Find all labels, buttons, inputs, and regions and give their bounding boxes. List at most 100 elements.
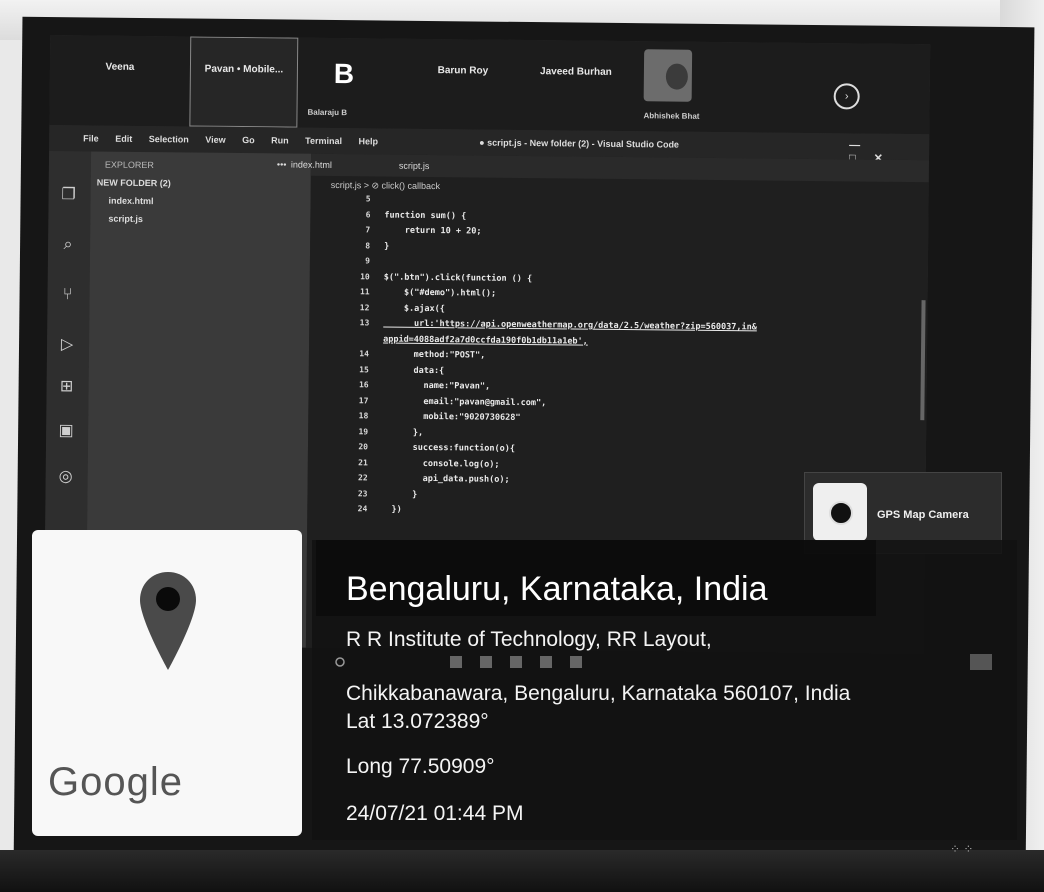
- code-line: },: [382, 427, 424, 438]
- line-number: 6: [365, 209, 371, 219]
- code-line: name:"Pavan",: [382, 380, 491, 392]
- location-title: Bengaluru, Karnataka, India: [346, 570, 768, 608]
- more-participants-icon[interactable]: ›: [833, 83, 860, 110]
- corner-mark: ⁘ ⁘: [950, 842, 974, 856]
- participant-tile[interactable]: Pavan • Mobile...: [189, 36, 299, 128]
- code-line: }: [384, 241, 390, 252]
- live-share-icon[interactable]: ◎: [56, 467, 76, 487]
- photo: Cour Veena Pavan • Mobile... B Balaraju …: [0, 0, 1044, 892]
- participant-initial: B: [333, 57, 355, 90]
- participant-name: Javeed Burhan: [540, 66, 612, 78]
- line-number: 20: [358, 442, 369, 452]
- code-line: $(".btn").click(function () {: [383, 272, 533, 284]
- address-line-1: R R Institute of Technology, RR Layout,: [346, 628, 712, 651]
- code-line: api_data.push(o);: [381, 473, 510, 485]
- avatar: [643, 49, 693, 102]
- google-logo-text: Google: [48, 760, 183, 804]
- explorer-file[interactable]: index.html: [109, 196, 154, 206]
- explorer-header: EXPLORER: [104, 159, 155, 171]
- tab-script-js[interactable]: script.js: [399, 161, 430, 171]
- taskbar-icons: [335, 654, 992, 670]
- menu-item-view[interactable]: View: [205, 135, 225, 145]
- gps-app-name: GPS Map Camera: [877, 509, 969, 521]
- line-number: 19: [358, 426, 369, 436]
- code-line: appid=4088adf2a7d0ccfda190f0b1db11a1eb',: [383, 334, 588, 347]
- window-title: ● script.js - New folder (2) - Visual St…: [479, 137, 680, 150]
- line-number: 24: [357, 504, 368, 514]
- line-number: [309, 333, 369, 334]
- participant-name: Abhishek Bhat: [643, 111, 700, 121]
- tab-index-html[interactable]: index.html: [291, 160, 332, 170]
- code-line: console.log(o);: [381, 458, 500, 470]
- source-control-icon[interactable]: ⑂: [57, 285, 77, 305]
- menu-item-run[interactable]: Run: [271, 135, 289, 145]
- google-logo: Google: [48, 760, 183, 805]
- line-number: 8: [365, 240, 371, 250]
- participant-tile[interactable]: Veena: [49, 35, 190, 126]
- line-number: 7: [365, 225, 371, 235]
- line-number: 11: [359, 287, 370, 297]
- meeting-participants-bar: Veena Pavan • Mobile... B Balaraju B Bar…: [49, 35, 931, 135]
- explorer-folder[interactable]: NEW FOLDER (2): [97, 178, 171, 189]
- avatar-head: [665, 63, 689, 90]
- camera-lens: [829, 501, 853, 525]
- menu-items: File Edit Selection View Go Run Terminal…: [83, 133, 392, 146]
- participant-tile[interactable]: Barun Roy: [407, 39, 518, 130]
- search-icon[interactable]: ⌕: [58, 235, 78, 255]
- code-line: url:'https://api.openweathermap.org/data…: [383, 318, 757, 333]
- longitude: Long 77.50909°: [346, 755, 495, 778]
- menu-item-terminal[interactable]: Terminal: [305, 136, 342, 146]
- code-line: mobile:"9020730628": [382, 411, 521, 423]
- participant-tile[interactable]: Abhishek Bhat: [633, 41, 724, 132]
- extensions-icon[interactable]: ⊞: [56, 377, 76, 397]
- code-line: }: [381, 489, 418, 500]
- line-number: 18: [358, 411, 369, 421]
- menu-item-help[interactable]: Help: [358, 136, 378, 146]
- code-line: success:function(o){: [381, 442, 516, 454]
- line-number: 5: [365, 194, 371, 204]
- participant-name: Balaraju B: [307, 107, 348, 118]
- code-line: $.ajax({: [383, 303, 445, 314]
- line-number: 10: [360, 271, 370, 281]
- line-number: 15: [359, 364, 369, 374]
- line-number: 9: [365, 256, 370, 266]
- menu-item-go[interactable]: Go: [242, 135, 255, 145]
- line-number: 13: [359, 318, 370, 328]
- participant-name: Pavan • Mobile...: [204, 63, 284, 76]
- scrollbar[interactable]: [920, 300, 926, 421]
- camera-icon: [813, 483, 867, 541]
- line-number: 23: [357, 488, 368, 498]
- line-number: 21: [358, 457, 368, 467]
- code-line: email:"pavan@gmail.com",: [382, 396, 547, 408]
- participant-tile[interactable]: B Balaraju B: [297, 38, 408, 129]
- menu-item-selection[interactable]: Selection: [149, 134, 189, 144]
- line-number: 12: [359, 302, 370, 312]
- breadcrumb: script.js > ⊘ click() callback: [330, 179, 441, 192]
- line-number: 14: [359, 349, 370, 359]
- latitude: Lat 13.072389°: [346, 710, 489, 733]
- participant-tile[interactable]: Javeed Burhan: [517, 40, 634, 131]
- address-line-2: Chikkabanawara, Bengaluru, Karnataka 560…: [346, 682, 851, 705]
- taskbar: [330, 650, 1000, 674]
- map-pin-icon: [140, 572, 196, 670]
- line-number: 16: [358, 380, 369, 390]
- code-line: data:{: [382, 365, 445, 376]
- menu-item-edit[interactable]: Edit: [115, 134, 132, 144]
- menu-item-file[interactable]: File: [83, 133, 99, 143]
- code-line: return 10 + 20;: [384, 225, 482, 237]
- map-thumbnail: Google: [32, 530, 302, 836]
- code-line: $("#demo").html();: [383, 287, 497, 299]
- code-line: method:"POST",: [382, 349, 486, 361]
- line-number: 17: [358, 395, 369, 405]
- explorer-icon[interactable]: ❐: [59, 185, 79, 205]
- explorer-file[interactable]: script.js: [108, 214, 143, 224]
- run-debug-icon[interactable]: ▷: [57, 335, 77, 355]
- line-number: 22: [357, 473, 368, 483]
- minimize-icon[interactable]: —: [849, 139, 860, 151]
- more-icon[interactable]: •••: [277, 159, 287, 169]
- remote-explorer-icon[interactable]: ▣: [56, 421, 76, 441]
- code-line: }): [381, 504, 402, 515]
- participant-name: Veena: [105, 61, 135, 73]
- timestamp: 24/07/21 01:44 PM: [346, 802, 524, 825]
- code-lines: 5 6 function sum() {7 return 10 + 20; 8} 9 10…: [311, 194, 929, 514]
